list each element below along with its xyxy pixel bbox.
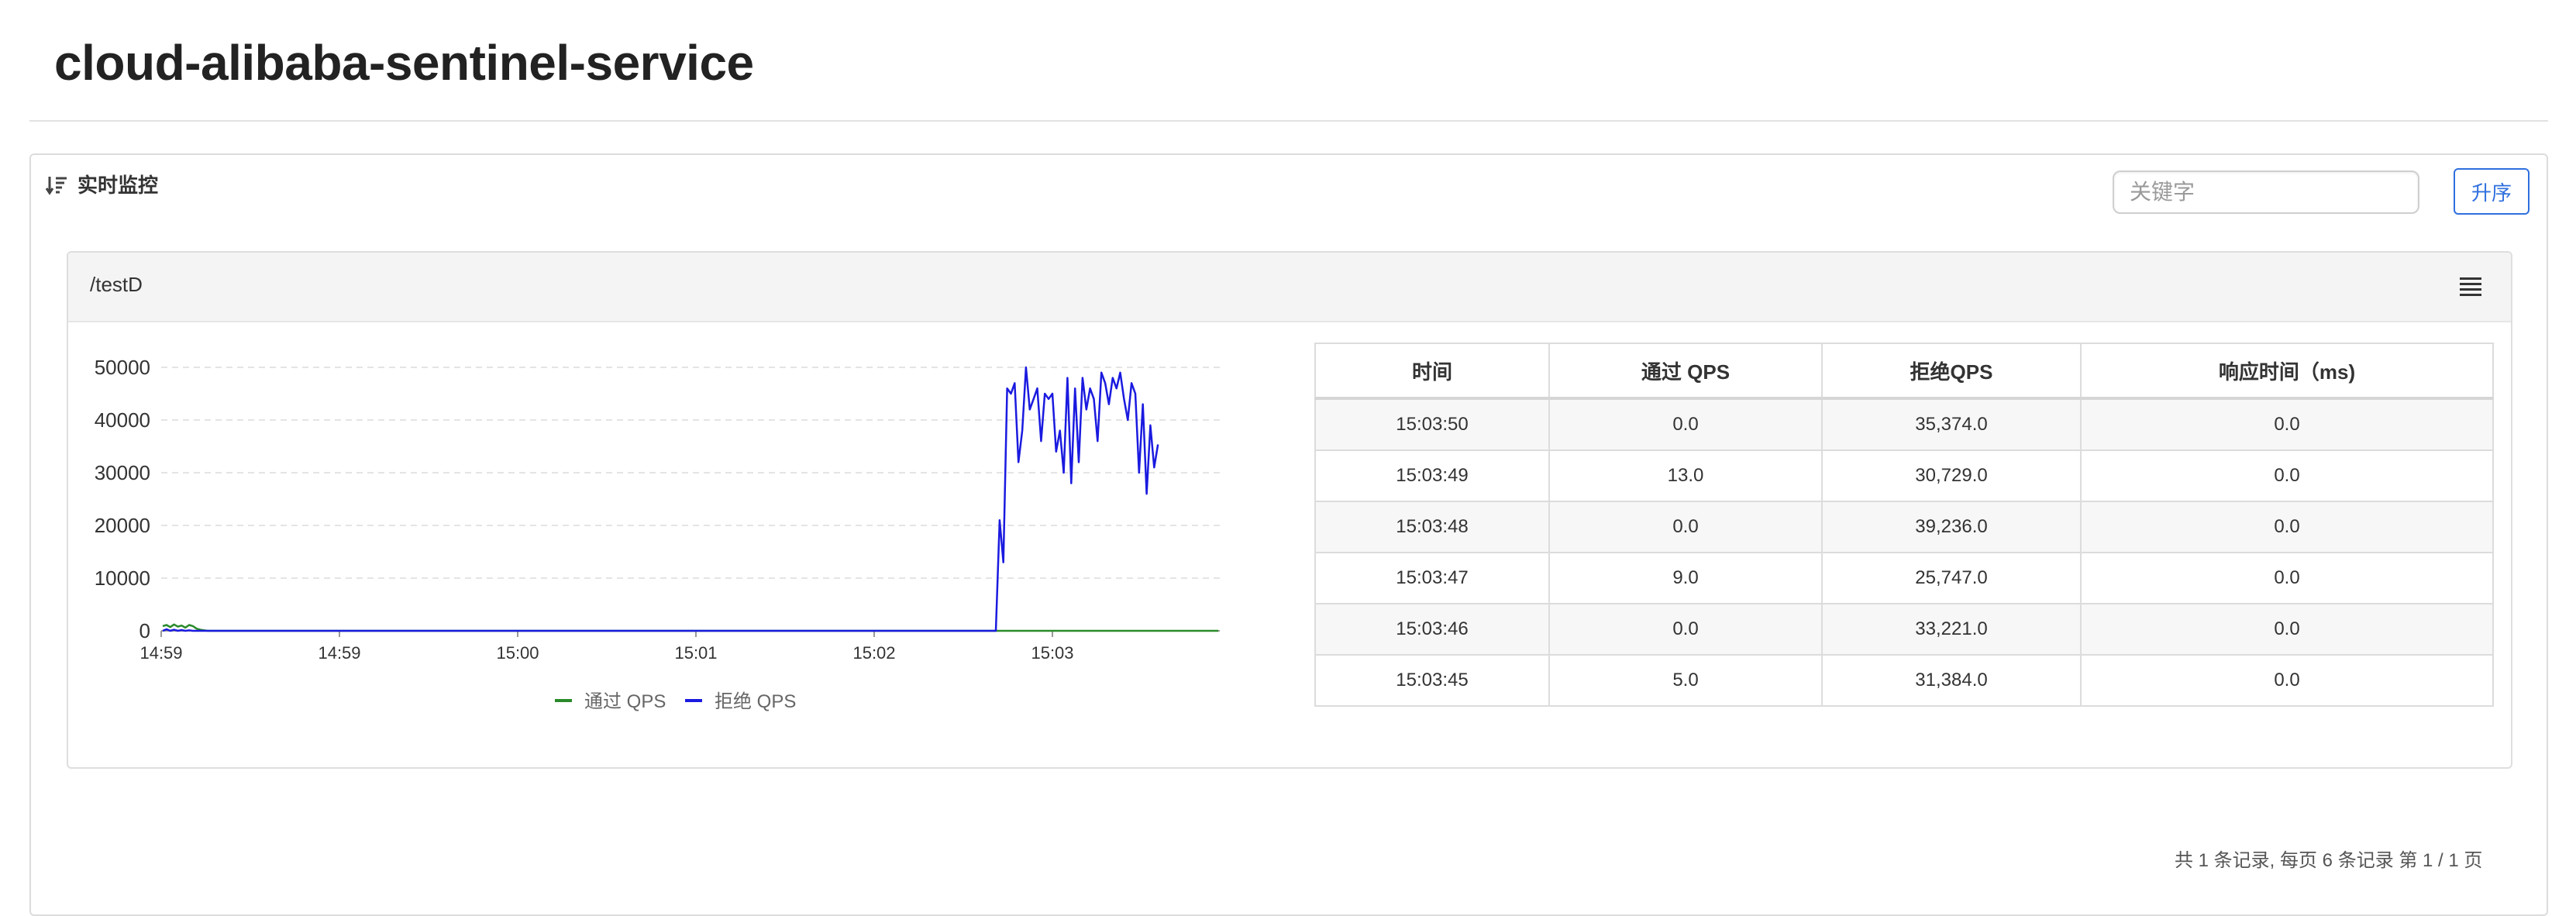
card-header: /testD <box>68 253 2511 322</box>
y-tick-label: 10000 <box>95 566 150 590</box>
table-row: 15:03:47 9.0 25,747.0 0.0 <box>1314 552 2494 604</box>
cell-time: 15:03:50 <box>1314 398 1550 451</box>
x-tick-label: 14:59 <box>318 643 360 663</box>
cell-time: 15:03:45 <box>1314 654 1550 707</box>
x-tick-label: 15:01 <box>674 643 717 663</box>
resource-card: /testD 0 10000 20000 30000 40000 50000 14:59 1… <box>67 251 2512 769</box>
cell-response-time: 0.0 <box>2080 449 2494 502</box>
table-header-row: 时间 通过 QPS 拒绝QPS 响应时间（ms) <box>1314 343 2494 400</box>
cell-response-time: 0.0 <box>2080 398 2494 451</box>
cell-block-qps: 31,384.0 <box>1821 654 2082 707</box>
cell-block-qps: 25,747.0 <box>1821 552 2082 604</box>
cell-pass-qps: 5.0 <box>1548 654 1823 707</box>
x-tick-label: 14:59 <box>139 643 182 663</box>
cell-response-time: 0.0 <box>2080 654 2494 707</box>
keyword-search-input[interactable] <box>2113 170 2419 214</box>
sort-descending-icon <box>45 177 67 195</box>
cell-time: 15:03:47 <box>1314 552 1550 604</box>
cell-block-qps: 33,221.0 <box>1821 603 2082 656</box>
cell-pass-qps: 0.0 <box>1548 603 1823 656</box>
cell-response-time: 0.0 <box>2080 501 2494 553</box>
cell-block-qps: 35,374.0 <box>1821 398 2082 451</box>
x-tick-label: 15:02 <box>852 643 895 663</box>
page-title: cloud-alibaba-sentinel-service <box>54 35 754 91</box>
cell-time: 15:03:46 <box>1314 603 1550 656</box>
qps-line-chart: 0 10000 20000 30000 40000 50000 14:59 14:59 15:… <box>95 356 1220 712</box>
column-header-time: 时间 <box>1314 343 1550 400</box>
cell-pass-qps: 0.0 <box>1548 501 1823 553</box>
y-tick-label: 0 <box>139 619 150 642</box>
series-line-block-qps <box>162 366 1159 632</box>
column-header-block-qps: 拒绝QPS <box>1821 343 2082 400</box>
pagination-summary: 共 1 条记录, 每页 6 条记录 第 1 / 1 页 <box>2175 850 2483 871</box>
cell-pass-qps: 0.0 <box>1548 398 1823 451</box>
cell-time: 15:03:48 <box>1314 501 1550 553</box>
table-row: 15:03:48 0.0 39,236.0 0.0 <box>1314 501 2494 553</box>
table-row: 15:03:45 5.0 31,384.0 0.0 <box>1314 654 2494 707</box>
cell-pass-qps: 9.0 <box>1548 552 1823 604</box>
y-tick-label: 50000 <box>95 356 150 379</box>
title-divider <box>29 120 2548 122</box>
y-tick-label: 20000 <box>95 514 150 537</box>
cell-block-qps: 39,236.0 <box>1821 501 2082 553</box>
x-tick-label: 15:03 <box>1031 643 1073 663</box>
table-row: 15:03:50 0.0 35,374.0 0.0 <box>1314 398 2494 451</box>
x-tick-label: 15:00 <box>496 643 539 663</box>
column-header-pass-qps: 通过 QPS <box>1548 343 1823 400</box>
cell-block-qps: 30,729.0 <box>1821 449 2082 502</box>
metrics-table: 时间 通过 QPS 拒绝QPS 响应时间（ms) 15:03:50 0.0 35… <box>1314 343 2494 707</box>
cell-time: 15:03:49 <box>1314 449 1550 502</box>
legend-label: 拒绝 QPS <box>715 691 796 712</box>
cell-response-time: 0.0 <box>2080 552 2494 604</box>
y-tick-label: 30000 <box>95 461 150 484</box>
legend-label: 通过 QPS <box>584 691 666 712</box>
sort-ascending-button[interactable]: 升序 <box>2454 168 2530 215</box>
menu-icon[interactable] <box>2460 277 2481 296</box>
cell-pass-qps: 13.0 <box>1548 449 1823 502</box>
cell-response-time: 0.0 <box>2080 603 2494 656</box>
panel-title: 实时监控 <box>77 174 159 197</box>
y-tick-label: 40000 <box>95 408 150 432</box>
table-row: 15:03:46 0.0 33,221.0 0.0 <box>1314 603 2494 656</box>
resource-name: /testD <box>90 273 143 296</box>
column-header-response-time: 响应时间（ms) <box>2080 343 2494 400</box>
table-row: 15:03:49 13.0 30,729.0 0.0 <box>1314 449 2494 502</box>
